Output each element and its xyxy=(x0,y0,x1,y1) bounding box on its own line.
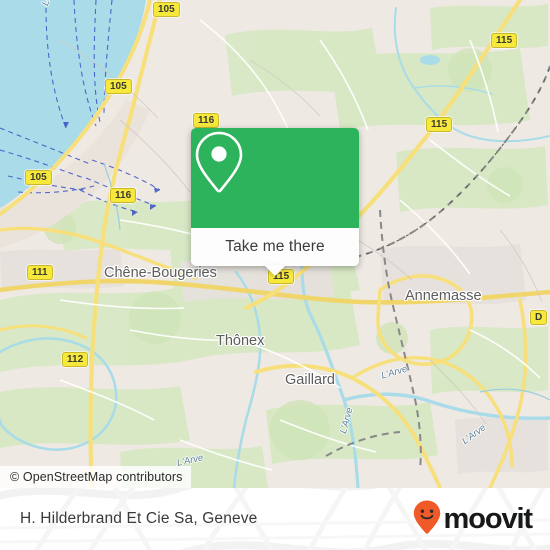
road-shield: 116 xyxy=(110,188,137,203)
map-page: Chêne-Bougeries Thônex Gaillard Annemass… xyxy=(0,0,550,550)
road-shield: 116 xyxy=(193,113,220,128)
popup-header xyxy=(191,128,359,228)
road-shield: 115 xyxy=(426,117,453,132)
road-shield: 112 xyxy=(62,352,89,367)
road-shield: 111 xyxy=(27,265,53,280)
road-shield: D xyxy=(530,310,548,325)
popup-tail-pointer xyxy=(264,265,286,276)
location-popup-card[interactable]: Take me there xyxy=(191,128,359,276)
moovit-wordmark: moovit xyxy=(443,502,534,535)
popup-action-bar[interactable]: Take me there xyxy=(191,228,359,276)
road-shield: 105 xyxy=(153,2,180,17)
page-footer: H. Hilderbrand Et Cie Sa, Geneve moovit xyxy=(0,488,550,550)
road-shield: 105 xyxy=(25,170,52,185)
place-title: H. Hilderbrand Et Cie Sa, Geneve xyxy=(20,510,258,527)
moovit-logo[interactable]: moovit xyxy=(412,499,534,540)
take-me-there-label: Take me there xyxy=(225,238,325,255)
road-shield: 115 xyxy=(491,33,518,48)
road-shield: 105 xyxy=(105,79,132,94)
map-canvas[interactable]: Chêne-Bougeries Thônex Gaillard Annemass… xyxy=(0,0,550,488)
attribution-text: © OpenStreetMap contributors xyxy=(10,470,183,484)
map-attribution[interactable]: © OpenStreetMap contributors xyxy=(0,466,191,488)
moovit-smiley-pin-icon xyxy=(412,499,442,540)
